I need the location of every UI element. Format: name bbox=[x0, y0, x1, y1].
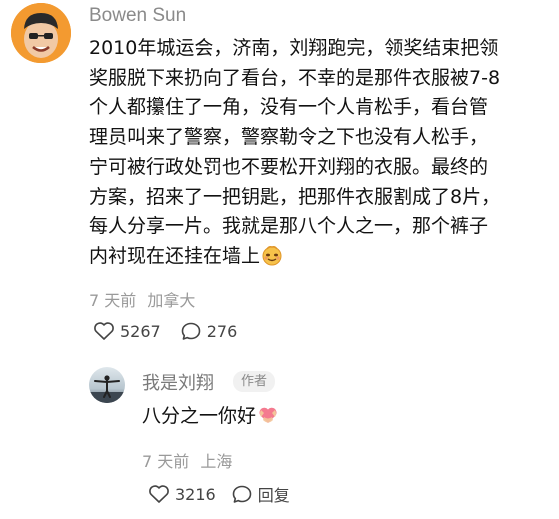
reply-button[interactable]: 回复 bbox=[231, 482, 290, 506]
avatar[interactable] bbox=[11, 3, 71, 63]
comment-text: 2010年城运会，济南，刘翔跑完，领奖结束把领 奖服脱下来扔向了看台，不幸的是那… bbox=[89, 34, 554, 272]
comment-line: 奖服脱下来扔向了看台，不幸的是那件衣服被7-8 bbox=[89, 66, 501, 89]
reply-like-button[interactable]: 3216 bbox=[148, 484, 216, 504]
reply-text: 八分之一你好 bbox=[142, 401, 279, 431]
heart-outline-icon bbox=[94, 322, 114, 340]
reply-count-button[interactable]: 276 bbox=[180, 321, 238, 341]
reply-like-count: 3216 bbox=[175, 484, 216, 504]
comment-line: 宁可被行政处罚也不要松开刘翔的衣服。最终的 bbox=[89, 155, 489, 178]
reply-count: 276 bbox=[206, 321, 238, 341]
comment-line: 个人都攥住了一角，没有一个人肯松手，看台管 bbox=[89, 96, 489, 119]
heart-hands-emoji bbox=[257, 404, 279, 426]
comment-line: 理员叫来了警察，警察勒令之下也没有人松手， bbox=[89, 126, 489, 149]
reply-text-content: 八分之一你好 bbox=[142, 405, 257, 427]
reply-location: 上海 bbox=[200, 452, 233, 471]
smirk-face-emoji bbox=[261, 244, 283, 266]
comment-actions: 5267 276 bbox=[93, 321, 237, 341]
reply-label: 回复 bbox=[257, 486, 290, 505]
comment-time: 7 天前 bbox=[89, 291, 137, 310]
comment-line: 方案，招来了一把钥匙，把那件衣服割成了8片， bbox=[89, 185, 501, 208]
comment-line: 内衬现在还挂在墙上 bbox=[89, 244, 261, 267]
reply-author[interactable]: 我是刘翔 bbox=[142, 369, 214, 395]
speech-bubble-icon bbox=[181, 322, 201, 340]
reply-time: 7 天前 bbox=[142, 452, 190, 471]
heart-outline-icon bbox=[149, 485, 169, 503]
comment-meta: 7 天前 加拿大 bbox=[89, 287, 195, 311]
author-badge: 作者 bbox=[233, 371, 276, 392]
comment-line: 2010年城运会，济南，刘翔跑完，领奖结束把领 bbox=[89, 37, 499, 59]
comment-line: 每人分享一片。我就是那八个人之一，那个裤子 bbox=[89, 215, 489, 238]
comment-line-last: 内衬现在还挂在墙上 bbox=[89, 242, 554, 272]
avatar-image bbox=[89, 367, 125, 403]
like-button[interactable]: 5267 bbox=[93, 321, 161, 341]
speech-bubble-icon bbox=[232, 485, 252, 503]
like-count: 5267 bbox=[120, 321, 161, 341]
comment-location: 加拿大 bbox=[147, 291, 196, 310]
reply-avatar[interactable] bbox=[89, 367, 125, 403]
avatar-image bbox=[11, 3, 71, 63]
reply-meta: 7 天前 上海 bbox=[142, 448, 232, 472]
comment-author[interactable]: Bowen Sun bbox=[89, 5, 186, 27]
reply-actions: 3216 回复 bbox=[148, 482, 290, 506]
